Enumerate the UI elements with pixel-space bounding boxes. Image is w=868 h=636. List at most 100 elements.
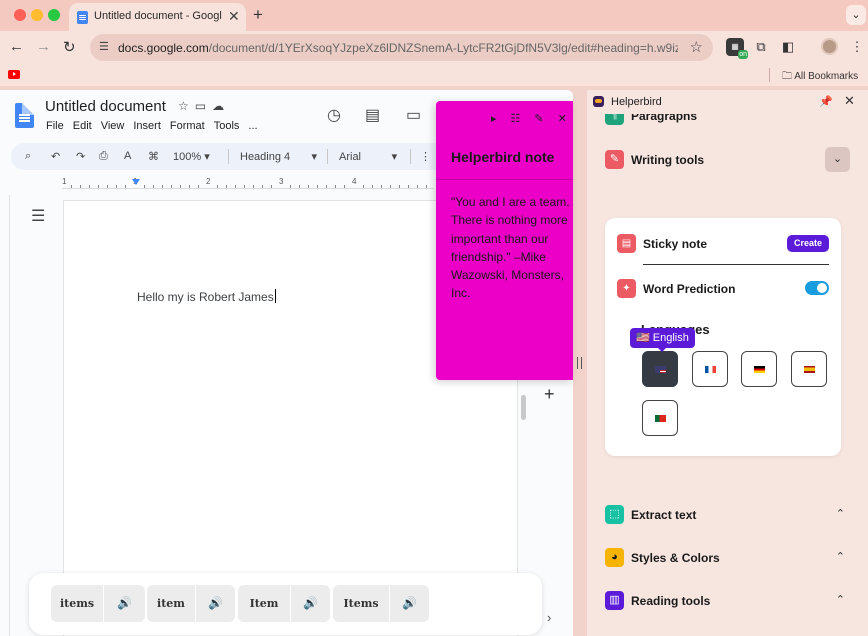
reload-icon[interactable]: ↻ <box>63 38 76 56</box>
minimize-window-button[interactable] <box>31 9 43 21</box>
language-german-button[interactable] <box>741 351 777 387</box>
section-extract-text[interactable]: ⬚ Extract text ⌃ <box>605 504 845 528</box>
profile-avatar[interactable] <box>821 38 838 55</box>
vertical-scrollbar[interactable] <box>521 395 526 420</box>
section-label: Writing tools <box>631 153 705 167</box>
redo-icon[interactable]: ↷ <box>76 150 85 163</box>
zoom-select[interactable]: 100% ▾ <box>173 150 210 163</box>
forward-arrow-icon[interactable]: → <box>36 38 51 55</box>
browser-menu-icon[interactable]: ⋮ <box>848 38 866 56</box>
close-icon[interactable]: ✕ <box>558 113 567 125</box>
word-prediction-toggle[interactable] <box>805 281 829 295</box>
language-portuguese-button[interactable] <box>642 400 678 436</box>
menu-insert[interactable]: Insert <box>133 120 161 132</box>
bookmark-star-icon[interactable]: ☆ <box>690 38 703 56</box>
speaker-icon[interactable]: 🔊 <box>195 585 235 622</box>
language-spanish-button[interactable] <box>791 351 827 387</box>
star-icon[interactable]: ☆ <box>178 99 195 113</box>
menu-tools[interactable]: Tools <box>214 120 240 132</box>
writing-tools-icon: ✎ <box>605 150 624 169</box>
close-window-button[interactable] <box>14 9 26 21</box>
prediction-chip[interactable]: Items 🔊 <box>333 585 429 622</box>
browser-tab[interactable]: Untitled document - Google Docs ✕ <box>69 3 246 31</box>
section-writing-tools[interactable]: ✎ Writing tools ⌄ <box>605 147 850 173</box>
font-select[interactable]: Arial ▾ <box>339 150 397 163</box>
close-panel-icon[interactable]: ✕ <box>844 93 855 109</box>
section-label: Paragraphs <box>631 114 698 123</box>
menu-file[interactable]: File <box>46 120 64 132</box>
section-label: Extract text <box>631 508 697 522</box>
vertical-ruler <box>0 195 10 636</box>
search-menus-icon[interactable]: ⌕ <box>25 150 31 163</box>
checklist-icon[interactable]: ☷ <box>511 113 521 125</box>
spellcheck-icon[interactable]: A <box>124 150 131 162</box>
play-icon[interactable]: ▸ <box>491 113 497 125</box>
language-french-button[interactable] <box>692 351 728 387</box>
tab-search-button[interactable]: ⌄ <box>846 5 866 25</box>
docs-logo-icon[interactable] <box>15 103 34 128</box>
menu-format[interactable]: Format <box>170 120 205 132</box>
sticky-note-text[interactable]: "You and I are a team. There is nothing … <box>451 193 573 303</box>
close-tab-icon[interactable]: ✕ <box>228 8 240 25</box>
youtube-bookmark-icon[interactable] <box>8 70 20 79</box>
chevron-up-icon[interactable]: ⌃ <box>836 114 845 121</box>
prediction-chip[interactable]: items 🔊 <box>51 585 145 622</box>
side-panel-icon[interactable]: ◧ <box>779 38 797 56</box>
menu-edit[interactable]: Edit <box>73 120 92 132</box>
new-tab-button[interactable]: + <box>253 5 263 25</box>
address-bar[interactable]: ☰ docs.google.com/document/d/1YErXsoqYJz… <box>90 34 713 61</box>
maximize-window-button[interactable] <box>48 9 60 21</box>
style-select[interactable]: Heading 4 ▾ <box>240 150 317 163</box>
toolbar-divider <box>327 149 328 164</box>
chevron-up-icon[interactable]: ⌃ <box>836 593 845 606</box>
helperbird-extension-icon[interactable]: ▦ <box>726 38 748 59</box>
back-arrow-icon[interactable]: ← <box>9 38 24 55</box>
sticky-note-row: ▤ Sticky note Create <box>617 234 829 256</box>
more-options-icon[interactable]: ⋮ <box>420 150 431 163</box>
menu-more[interactable]: ... <box>248 120 257 132</box>
menu-view[interactable]: View <box>101 120 125 132</box>
sticky-note[interactable]: ▸ ☷ ✎ ✕ Helperbird note "You and I are a te… <box>436 101 573 380</box>
add-icon[interactable]: + <box>544 384 555 405</box>
create-note-button[interactable]: Create <box>786 235 829 252</box>
prediction-word[interactable]: Item <box>238 585 290 622</box>
speaker-icon[interactable]: 🔊 <box>103 585 145 622</box>
document-body[interactable]: Hello my is Robert James <box>137 289 276 304</box>
comments-icon[interactable]: ▤ <box>365 105 380 125</box>
chevron-up-icon[interactable]: ⌃ <box>836 550 845 563</box>
move-folder-icon[interactable]: ▭ <box>195 99 212 113</box>
writing-tools-card: ▤ Sticky note Create ✦ Word Prediction L… <box>605 218 841 456</box>
prediction-word[interactable]: Items <box>333 585 389 622</box>
chevron-up-icon[interactable]: ⌃ <box>836 507 845 520</box>
url-path: /document/d/1YErXsoqYJzpeXz6lDNZSnemA-Ly… <box>208 41 678 55</box>
document-outline-icon[interactable]: ☰ <box>31 206 45 226</box>
cloud-saved-icon[interactable]: ☁ <box>212 99 230 113</box>
edit-pencil-icon[interactable]: ✎ <box>534 113 543 125</box>
palette-icon: ◕ <box>605 548 624 567</box>
undo-icon[interactable]: ↶ <box>51 150 60 163</box>
prediction-word[interactable]: item <box>147 585 195 622</box>
extensions-puzzle-icon[interactable]: ⧉ <box>752 38 770 56</box>
prediction-word[interactable]: items <box>51 585 103 622</box>
document-title[interactable]: Untitled document <box>45 98 166 115</box>
language-english-button[interactable] <box>642 351 678 387</box>
speaker-icon[interactable]: 🔊 <box>389 585 429 622</box>
prediction-chip[interactable]: Item 🔊 <box>238 585 330 622</box>
chevron-right-icon[interactable]: › <box>547 610 551 625</box>
site-info-icon[interactable]: ☰ <box>99 40 109 53</box>
section-paragraphs[interactable]: ¶ Paragraphs ⌃ <box>605 114 845 129</box>
paint-format-icon[interactable]: ⌘ <box>148 150 159 163</box>
chevron-down-icon[interactable]: ⌄ <box>825 147 850 172</box>
docs-favicon-icon <box>77 11 88 24</box>
meet-camera-icon[interactable]: ▭ <box>406 105 421 125</box>
section-reading-tools[interactable]: ▥ Reading tools ⌃ <box>605 590 845 614</box>
menu-bar: File Edit View Insert Format Tools... <box>46 120 267 132</box>
version-history-icon[interactable]: ◷ <box>327 105 341 125</box>
speaker-icon[interactable]: 🔊 <box>290 585 330 622</box>
prediction-chip[interactable]: item 🔊 <box>147 585 235 622</box>
resize-handle[interactable] <box>577 357 582 369</box>
print-icon[interactable]: ⎙ <box>99 150 108 163</box>
all-bookmarks-button[interactable]: 🗀 All Bookmarks <box>782 69 858 86</box>
section-styles-colors[interactable]: ◕ Styles & Colors ⌃ <box>605 547 845 571</box>
pin-icon[interactable]: 📌 <box>819 95 833 108</box>
